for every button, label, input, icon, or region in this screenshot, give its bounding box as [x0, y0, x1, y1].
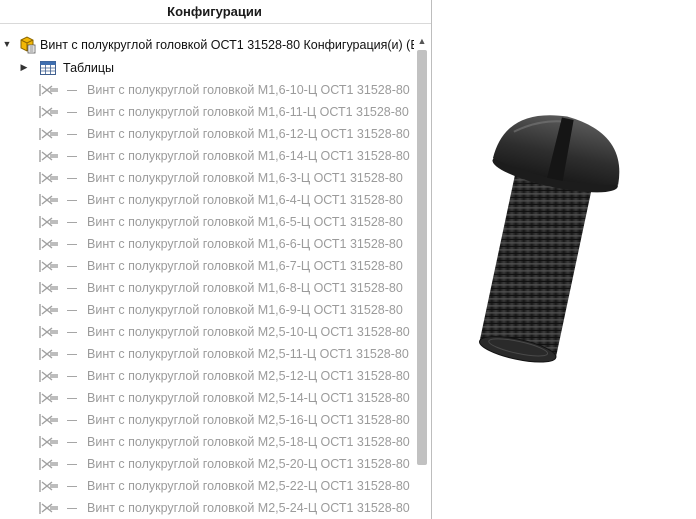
- graphics-viewport[interactable]: [432, 0, 696, 519]
- configuration-icon: [39, 128, 58, 140]
- configuration-label: Винт с полукруглой головкой М2,5-20-Ц ОС…: [87, 457, 410, 471]
- configuration-label: Винт с полукруглой головкой М2,5-22-Ц ОС…: [87, 479, 410, 493]
- configuration-dash: [67, 288, 77, 289]
- configuration-item[interactable]: Винт с полукруглой головкой М2,5-24-Ц ОС…: [0, 497, 414, 519]
- configuration-dash: [67, 134, 77, 135]
- configuration-icon: [39, 480, 58, 492]
- configuration-item[interactable]: Винт с полукруглой головкой М2,5-14-Ц ОС…: [0, 387, 414, 409]
- configuration-dash: [67, 200, 77, 201]
- panel-header: Конфигурации: [0, 0, 431, 24]
- configuration-dash: [67, 90, 77, 91]
- configuration-icon: [39, 326, 58, 338]
- configuration-label: Винт с полукруглой головкой М1,6-5-Ц ОСТ…: [87, 215, 403, 229]
- configuration-item[interactable]: Винт с полукруглой головкой М1,6-6-Ц ОСТ…: [0, 233, 414, 255]
- configuration-dash: [67, 310, 77, 311]
- configuration-item[interactable]: Винт с полукруглой головкой М1,6-7-Ц ОСТ…: [0, 255, 414, 277]
- configuration-label: Винт с полукруглой головкой М2,5-24-Ц ОС…: [87, 501, 410, 515]
- configuration-dash: [67, 376, 77, 377]
- scroll-up-arrow-icon[interactable]: ▲: [417, 36, 427, 46]
- screw-shank: [479, 163, 594, 358]
- tree-root-label: Винт с полукруглой головкой ОСТ1 31528-8…: [40, 38, 414, 52]
- configuration-item[interactable]: Винт с полукруглой головкой М1,6-11-Ц ОС…: [0, 101, 414, 123]
- configuration-dash: [67, 112, 77, 113]
- configuration-item[interactable]: Винт с полукруглой головкой М2,5-18-Ц ОС…: [0, 431, 414, 453]
- configuration-label: Винт с полукруглой головкой М1,6-12-Ц ОС…: [87, 127, 410, 141]
- part-configurations-icon: [20, 36, 36, 54]
- expand-arrow-icon[interactable]: ▼: [2, 39, 12, 49]
- configuration-label: Винт с полукруглой головкой М1,6-6-Ц ОСТ…: [87, 237, 403, 251]
- configuration-icon: [39, 502, 58, 514]
- configuration-icon: [39, 238, 58, 250]
- vertical-scrollbar[interactable]: ▲: [414, 34, 430, 519]
- configuration-dash: [67, 398, 77, 399]
- configuration-dash: [67, 464, 77, 465]
- configuration-label: Винт с полукруглой головкой М2,5-10-Ц ОС…: [87, 325, 410, 339]
- configuration-dash: [67, 266, 77, 267]
- configuration-icon: [39, 458, 58, 470]
- configuration-dash: [67, 486, 77, 487]
- configuration-label: Винт с полукруглой головкой М1,6-10-Ц ОС…: [87, 83, 410, 97]
- configuration-item[interactable]: Винт с полукруглой головкой М1,6-9-Ц ОСТ…: [0, 299, 414, 321]
- configuration-item[interactable]: Винт с полукруглой головкой М1,6-5-Ц ОСТ…: [0, 211, 414, 233]
- configuration-icon: [39, 216, 58, 228]
- configuration-label: Винт с полукруглой головкой М2,5-14-Ц ОС…: [87, 391, 410, 405]
- tree-item-tables[interactable]: ▶ Таблицы: [0, 57, 414, 79]
- configuration-label: Винт с полукруглой головкой М1,6-8-Ц ОСТ…: [87, 281, 403, 295]
- configuration-dash: [67, 156, 77, 157]
- configuration-item[interactable]: Винт с полукруглой головкой М1,6-12-Ц ОС…: [0, 123, 414, 145]
- expand-arrow-icon[interactable]: ▶: [19, 62, 29, 73]
- configuration-icon: [39, 436, 58, 448]
- configuration-manager-panel: Конфигурации ▼ Винт с полукруглой головк…: [0, 0, 432, 519]
- configuration-item[interactable]: Винт с полукруглой головкой М2,5-22-Ц ОС…: [0, 475, 414, 497]
- configuration-item[interactable]: Винт с полукруглой головкой М2,5-20-Ц ОС…: [0, 453, 414, 475]
- configuration-icon: [39, 414, 58, 426]
- configuration-dash: [67, 420, 77, 421]
- configuration-label: Винт с полукруглой головкой М1,6-11-Ц ОС…: [87, 105, 409, 119]
- configuration-item[interactable]: Винт с полукруглой головкой М2,5-12-Ц ОС…: [0, 365, 414, 387]
- configuration-label: Винт с полукруглой головкой М1,6-7-Ц ОСТ…: [87, 259, 403, 273]
- scrollbar-thumb[interactable]: [417, 50, 427, 465]
- configuration-label: Винт с полукруглой головкой М1,6-9-Ц ОСТ…: [87, 303, 403, 317]
- configuration-label: Винт с полукруглой головкой М1,6-14-Ц ОС…: [87, 149, 410, 163]
- configuration-icon: [39, 150, 58, 162]
- configuration-icon: [39, 260, 58, 272]
- configuration-label: Винт с полукруглой головкой М1,6-4-Ц ОСТ…: [87, 193, 403, 207]
- configuration-item[interactable]: Винт с полукруглой головкой М1,6-14-Ц ОС…: [0, 145, 414, 167]
- configuration-dash: [67, 354, 77, 355]
- tree-root-item[interactable]: ▼ Винт с полукруглой головкой ОСТ1 31528…: [0, 34, 414, 56]
- configuration-label: Винт с полукруглой головкой М1,6-3-Ц ОСТ…: [87, 171, 403, 185]
- screw-model: [479, 115, 620, 363]
- configuration-item[interactable]: Винт с полукруглой головкой М1,6-8-Ц ОСТ…: [0, 277, 414, 299]
- configuration-dash: [67, 244, 77, 245]
- configuration-dash: [67, 508, 77, 509]
- configuration-icon: [39, 392, 58, 404]
- configuration-item[interactable]: Винт с полукруглой головкой М1,6-10-Ц ОС…: [0, 79, 414, 101]
- configuration-icon: [39, 348, 58, 360]
- configuration-icon: [39, 84, 58, 96]
- configuration-item[interactable]: Винт с полукруглой головкой М1,6-3-Ц ОСТ…: [0, 167, 414, 189]
- table-icon: [40, 61, 56, 75]
- configuration-item[interactable]: Винт с полукруглой головкой М2,5-10-Ц ОС…: [0, 321, 414, 343]
- configuration-icon: [39, 106, 58, 118]
- configuration-label: Винт с полукруглой головкой М2,5-18-Ц ОС…: [87, 435, 410, 449]
- configuration-icon: [39, 282, 58, 294]
- configuration-item[interactable]: Винт с полукруглой головкой М2,5-16-Ц ОС…: [0, 409, 414, 431]
- configuration-icon: [39, 304, 58, 316]
- configuration-label: Винт с полукруглой головкой М2,5-12-Ц ОС…: [87, 369, 410, 383]
- configuration-icon: [39, 194, 58, 206]
- configuration-label: Винт с полукруглой головкой М2,5-11-Ц ОС…: [87, 347, 409, 361]
- configuration-dash: [67, 442, 77, 443]
- configuration-dash: [67, 178, 77, 179]
- panel-title: Конфигурации: [167, 4, 262, 19]
- configuration-item[interactable]: Винт с полукруглой головкой М2,5-11-Ц ОС…: [0, 343, 414, 365]
- configuration-icon: [39, 370, 58, 382]
- configuration-dash: [67, 332, 77, 333]
- configuration-dash: [67, 222, 77, 223]
- configuration-icon: [39, 172, 58, 184]
- configuration-label: Винт с полукруглой головкой М2,5-16-Ц ОС…: [87, 413, 410, 427]
- configuration-item[interactable]: Винт с полукруглой головкой М1,6-4-Ц ОСТ…: [0, 189, 414, 211]
- tables-label: Таблицы: [63, 61, 115, 75]
